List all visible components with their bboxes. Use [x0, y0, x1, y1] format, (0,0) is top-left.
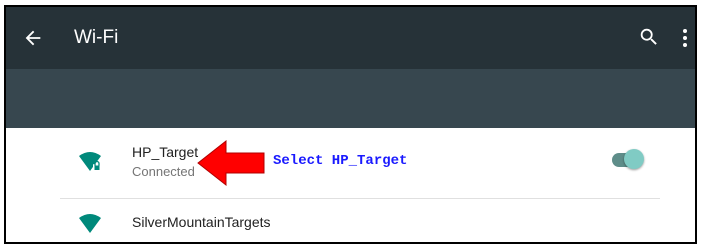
- search-icon[interactable]: [638, 26, 660, 48]
- app-window: Wi-Fi On HP_Target Connected Sil: [4, 5, 697, 244]
- page-title: Wi-Fi: [74, 27, 119, 48]
- network-ssid: HP_Target: [132, 144, 199, 160]
- wifi-toggle-row[interactable]: On: [6, 69, 695, 169]
- back-arrow-icon[interactable]: [22, 27, 44, 49]
- network-item-silvermountaintargets[interactable]: SilverMountainTargets: [6, 199, 695, 242]
- annotation-text: Select HP_Target: [273, 153, 408, 169]
- wifi-signal-lock-icon: [79, 152, 101, 171]
- network-ssid: SilverMountainTargets: [132, 214, 271, 230]
- wifi-signal-icon: [79, 214, 101, 233]
- red-arrow-annotation: [197, 139, 265, 187]
- network-status: Connected: [132, 164, 195, 179]
- list-divider: [60, 243, 660, 244]
- more-vert-icon[interactable]: [681, 27, 689, 49]
- app-bar: Wi-Fi: [6, 7, 695, 69]
